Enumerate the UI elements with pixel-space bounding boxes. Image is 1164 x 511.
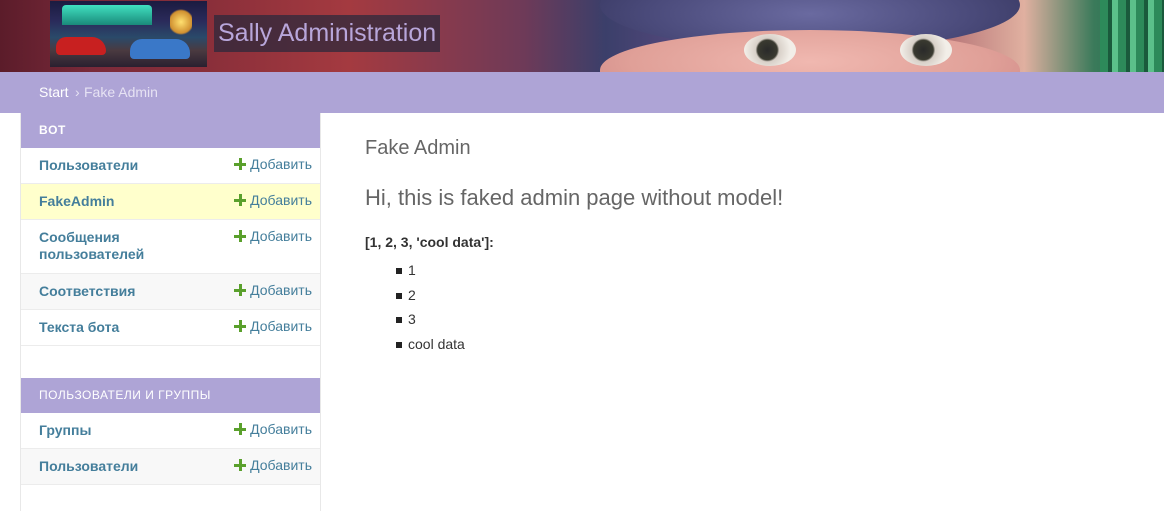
model-row-groups: Группы Добавить — [21, 413, 320, 449]
model-link-users[interactable]: Пользователи — [39, 157, 199, 174]
add-matches-button[interactable]: Добавить — [234, 282, 312, 299]
list-item: 1 — [365, 258, 465, 283]
module-caption-bot[interactable]: BOT — [21, 113, 320, 148]
data-list: 1 2 3 cool data — [365, 258, 465, 356]
add-label: Добавить — [250, 457, 312, 473]
plus-icon — [234, 194, 247, 206]
add-fakeadmin-button[interactable]: Добавить — [234, 192, 312, 209]
model-row-bot-texts: Текста бота Добавить — [21, 310, 320, 346]
add-label: Добавить — [250, 156, 312, 172]
add-users-button[interactable]: Добавить — [234, 156, 312, 173]
model-row-user-messages: Сообщения пользователей Добавить — [21, 220, 320, 274]
model-row-fakeadmin: FakeAdmin Добавить — [21, 184, 320, 220]
add-user-messages-button[interactable]: Добавить — [234, 228, 312, 245]
plus-icon — [234, 158, 247, 170]
logo-car — [130, 39, 190, 59]
model-row-auth-users: Пользователи Добавить — [21, 449, 320, 485]
list-item: cool data — [365, 332, 465, 357]
plus-icon — [234, 320, 247, 332]
add-label: Добавить — [250, 282, 312, 298]
plus-icon — [234, 423, 247, 435]
header-banner: Sally Administration — [0, 0, 1164, 72]
site-logo-image[interactable] — [50, 1, 207, 67]
add-groups-button[interactable]: Добавить — [234, 421, 312, 438]
page-title: Fake Admin — [365, 137, 471, 159]
add-auth-users-button[interactable]: Добавить — [234, 457, 312, 474]
breadcrumb-current: Fake Admin — [84, 84, 158, 100]
list-item: 2 — [365, 283, 465, 308]
add-label: Добавить — [250, 192, 312, 208]
breadcrumb-home-link[interactable]: Start — [39, 72, 69, 113]
banner-eye — [744, 34, 796, 66]
app-sidebar: BOT Пользователи Добавить FakeAdmin Доба… — [20, 113, 321, 511]
list-heading: [1, 2, 3, 'cool data']: — [365, 234, 494, 250]
add-label: Добавить — [250, 318, 312, 334]
model-link-matches[interactable]: Соответствия — [39, 283, 199, 300]
model-link-bot-texts[interactable]: Текста бота — [39, 319, 199, 336]
add-label: Добавить — [250, 421, 312, 437]
add-bot-texts-button[interactable]: Добавить — [234, 318, 312, 335]
banner-stripe — [1100, 0, 1164, 72]
plus-icon — [234, 284, 247, 296]
breadcrumb: Start › Fake Admin — [0, 72, 1164, 113]
plus-icon — [234, 459, 247, 471]
model-row-users: Пользователи Добавить — [21, 148, 320, 184]
site-title[interactable]: Sally Administration — [214, 15, 441, 52]
add-label: Добавить — [250, 228, 312, 244]
logo-car — [56, 37, 106, 55]
module-caption-auth[interactable]: ПОЛЬЗОВАТЕЛИ И ГРУППЫ — [21, 378, 320, 413]
model-link-user-messages[interactable]: Сообщения пользователей — [39, 229, 179, 263]
logo-lamp — [170, 7, 192, 37]
model-link-groups[interactable]: Группы — [39, 422, 199, 439]
logo-sign — [62, 5, 152, 25]
list-item: 3 — [365, 307, 465, 332]
plus-icon — [234, 230, 247, 242]
breadcrumb-separator: › — [75, 84, 80, 100]
model-link-auth-users[interactable]: Пользователи — [39, 458, 199, 475]
model-link-fakeadmin[interactable]: FakeAdmin — [39, 193, 199, 210]
banner-eye — [900, 34, 952, 66]
module-gap — [21, 346, 320, 378]
model-row-matches: Соответствия Добавить — [21, 274, 320, 310]
page-subtitle: Hi, this is faked admin page without mod… — [365, 185, 784, 210]
